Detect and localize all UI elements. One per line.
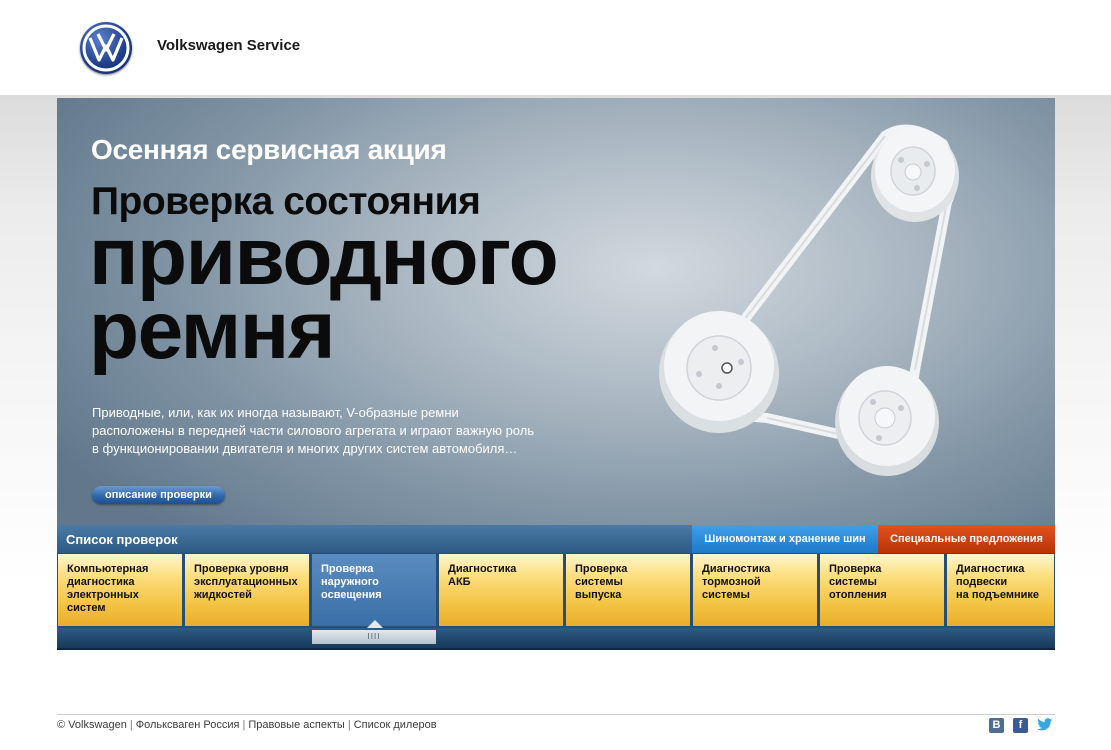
tile-label-line: системы xyxy=(575,576,623,588)
hero-kicker: Осенняя сервисная акция xyxy=(91,134,447,165)
tile-label-line: жидкостей xyxy=(194,589,252,601)
tab-special-offers[interactable]: Специальные предложения xyxy=(878,525,1055,553)
footer-link-legal[interactable]: Правовые аспекты xyxy=(248,719,344,731)
checks-list: Компьютерная диагностика электронных сис… xyxy=(57,553,1055,628)
tile-label-line: Диагностика xyxy=(448,563,517,575)
tile-label-line: Проверка xyxy=(321,563,374,575)
footer-separator: | xyxy=(129,719,133,731)
drive-belt-icon xyxy=(659,124,959,476)
brand-title[interactable]: Volkswagen Service xyxy=(157,37,300,54)
hero-title-line3: ремня xyxy=(89,285,336,376)
check-tile-computer-diagnostics[interactable]: Компьютерная диагностика электронных сис… xyxy=(58,554,182,626)
tile-label-line: Проверка xyxy=(575,563,628,575)
footer-link-dealers[interactable]: Список дилеров xyxy=(354,719,437,731)
vkontakte-icon[interactable]: В xyxy=(989,718,1004,733)
checks-scroll-strip: IIII xyxy=(57,620,1055,650)
footer-links: © Volkswagen | Фольксваген Россия | Правовые… xyxy=(57,719,437,731)
footer-link-vw-russia[interactable]: Фольксваген Россия xyxy=(136,719,240,731)
hero-banner: Осенняя сервисная акция Проверка состоян… xyxy=(57,98,1055,525)
check-tile-exterior-lighting[interactable]: Проверка наружного освещения xyxy=(312,554,436,626)
facebook-icon[interactable]: f xyxy=(1013,718,1028,733)
tile-label-line: систем xyxy=(67,602,106,614)
vw-logo-icon[interactable] xyxy=(80,22,132,74)
twitter-icon[interactable] xyxy=(1037,718,1053,733)
check-tile-fluids[interactable]: Проверка уровня эксплуатационных жидкост… xyxy=(185,554,309,626)
tile-label-line: электронных xyxy=(67,589,139,601)
footer-divider xyxy=(57,714,1055,715)
active-pointer-icon xyxy=(367,620,383,628)
tile-label-line: на подъемнике xyxy=(956,589,1040,601)
tile-label-line: системы xyxy=(702,589,750,601)
tile-label-line: выпуска xyxy=(575,589,622,601)
tile-label-line: диагностика xyxy=(67,576,135,588)
tile-label-line: Диагностика xyxy=(956,563,1025,575)
check-tile-exhaust[interactable]: Проверка системы выпуска xyxy=(566,554,690,626)
check-tile-suspension[interactable]: Диагностика подвески на подъемнике xyxy=(947,554,1054,626)
checks-title: Список проверок xyxy=(66,532,178,547)
footer-link-copyright[interactable]: © Volkswagen xyxy=(57,719,127,731)
check-tile-heating[interactable]: Проверка системы отопления xyxy=(820,554,944,626)
tile-label-line: отопления xyxy=(829,589,887,601)
check-tile-battery[interactable]: Диагностика АКБ xyxy=(439,554,563,626)
tile-label-line: Компьютерная xyxy=(67,563,149,575)
tile-label-line: Диагностика xyxy=(702,563,771,575)
hero-description: Приводные, или, как их иногда называют, … xyxy=(92,405,535,456)
tile-label-line: Проверка xyxy=(829,563,882,575)
tile-label-line: эксплуатационных xyxy=(194,576,298,588)
tile-label-line: наружного xyxy=(321,576,379,588)
tile-label-line: системы xyxy=(829,576,877,588)
footer-separator: | xyxy=(347,719,351,731)
description-button[interactable]: описание проверки xyxy=(92,486,225,504)
tile-label-line: освещения xyxy=(321,589,382,601)
tab-tires-storage[interactable]: Шиномонтаж и хранение шин xyxy=(692,525,878,553)
tile-label-line: подвески xyxy=(956,576,1008,588)
tile-label-line: Проверка уровня xyxy=(194,563,289,575)
tile-label-line: АКБ xyxy=(448,576,471,588)
scroll-handle[interactable]: IIII xyxy=(312,630,436,644)
check-tile-brakes[interactable]: Диагностика тормозной системы xyxy=(693,554,817,626)
tile-label-line: тормозной xyxy=(702,576,761,588)
checks-header-bar: Список проверок Шиномонтаж и хранение ши… xyxy=(57,525,1055,553)
